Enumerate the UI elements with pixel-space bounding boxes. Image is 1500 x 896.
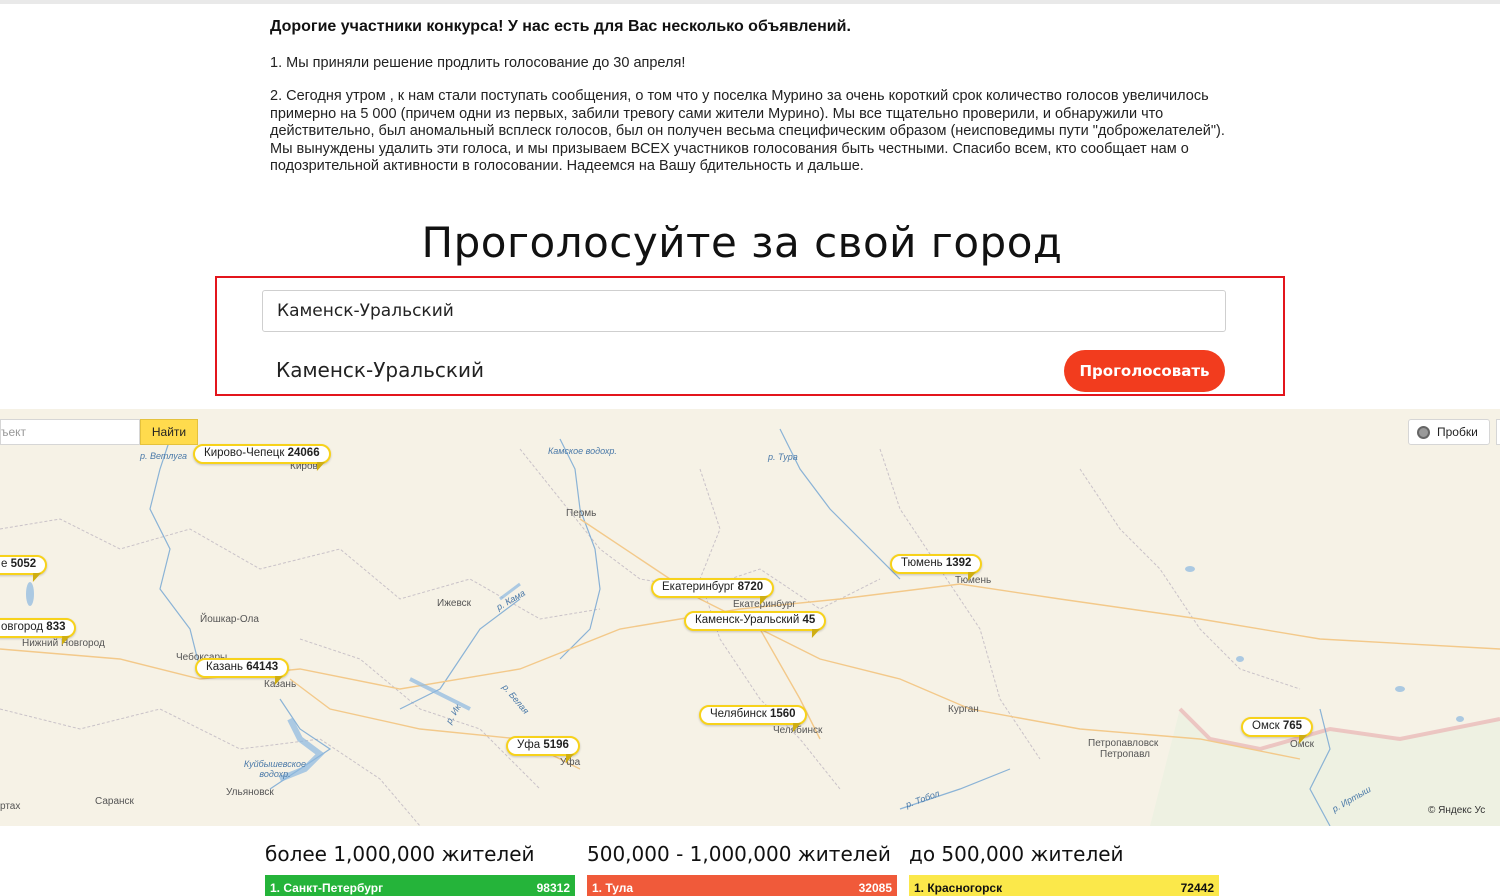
pin-city: Каменск-Уральский <box>695 614 800 626</box>
ranking-large-cities: более 1,000,000 жителей 1. Санкт-Петербу… <box>265 842 575 896</box>
vote-title: Проголосуйте за свой город <box>421 218 1063 267</box>
announcement-heading: Дорогие участники конкурса! У нас есть д… <box>270 18 851 35</box>
pin-city: Кирово-Чепецк <box>204 447 285 459</box>
pin-city: Екатеринбург <box>662 581 735 593</box>
voting-map[interactable]: ъект Найти Пробки Киров Пермь Ижевск Йош… <box>0 409 1500 826</box>
pin-votes: 64143 <box>246 661 279 673</box>
map-label-yoshkar-ola: Йошкар-Ола <box>200 614 259 625</box>
pin-votes: 45 <box>802 614 816 626</box>
ranking-votes: 72442 <box>1180 881 1214 895</box>
traffic-label: Пробки <box>1437 425 1478 439</box>
pin-votes: 765 <box>1282 720 1303 732</box>
map-label-petropavlovsk: Петропавловск <box>1088 738 1159 749</box>
map-label-saransk: Саранск <box>95 796 134 807</box>
pin-city: Челябинск <box>710 708 767 720</box>
river-label-kama-reservoir: Камское водохр. <box>548 446 617 456</box>
map-find-button[interactable]: Найти <box>140 419 198 445</box>
pin-city: Уфа <box>517 739 541 751</box>
ranking-votes: 32085 <box>858 881 892 895</box>
map-pin[interactable]: Уфа 5196 <box>506 736 580 756</box>
ranking-row[interactable]: 1. Красногорск 72442 <box>909 875 1219 896</box>
announcement-item-1: 1. Мы приняли решение продлить голосован… <box>270 54 686 71</box>
pin-votes: 1560 <box>769 708 796 720</box>
map-label-izhevsk: Ижевск <box>437 598 472 609</box>
map-pin[interactable]: е 5052 <box>0 555 48 575</box>
map-pin[interactable]: Кирово-Чепецк 24066 <box>193 444 331 464</box>
city-search-input[interactable] <box>262 290 1226 332</box>
pin-votes: 24066 <box>287 447 320 459</box>
pin-city: овгород <box>1 621 44 633</box>
vote-button[interactable]: Проголосовать <box>1064 350 1225 392</box>
announcement-item-2: 2. Сегодня утром , к нам стали поступать… <box>270 88 1225 174</box>
pin-votes: 1392 <box>945 557 972 569</box>
pin-city: Тюмень <box>901 557 943 569</box>
top-strip <box>0 0 1500 4</box>
ranking-heading: до 500,000 жителей <box>909 842 1124 866</box>
ranking-small-cities: до 500,000 жителей 1. Красногорск 72442 <box>909 842 1219 896</box>
pin-votes: 5052 <box>10 558 37 570</box>
map-pin[interactable]: Казань 64143 <box>195 658 290 678</box>
ranking-medium-cities: 500,000 - 1,000,000 жителей 1. Тула 3208… <box>587 842 897 896</box>
map-search-input[interactable]: ъект <box>0 419 140 445</box>
map-label-kurgan: Курган <box>948 704 979 715</box>
map-label-perm: Пермь <box>566 508 597 519</box>
map-pin[interactable]: овгород 833 <box>0 618 77 638</box>
ranking-heading: более 1,000,000 жителей <box>265 842 535 866</box>
pin-city: е <box>1 558 8 570</box>
river-label-vetluga: р. Ветлуга <box>140 451 188 461</box>
map-label-petropavl: Петропавл <box>1100 749 1151 760</box>
ranking-city: 1. Красногорск <box>914 881 1003 895</box>
map-copyright[interactable]: © Яндекс Ус <box>1428 805 1485 816</box>
map-pin[interactable]: Каменск-Уральский 45 <box>684 611 827 631</box>
map-label-astrakhan: ртах <box>0 801 21 812</box>
pin-votes: 8720 <box>737 581 764 593</box>
ranking-city: 1. Тула <box>592 881 634 895</box>
map-pin[interactable]: Челябинск 1560 <box>699 705 807 725</box>
map-layers-button[interactable] <box>1496 419 1500 445</box>
pin-votes: 833 <box>46 621 66 633</box>
river-label-kuybyshev: Куйбышевское водохр. <box>243 759 307 779</box>
map-pin[interactable]: Омск 765 <box>1241 717 1314 737</box>
map-pin[interactable]: Екатеринбург 8720 <box>651 578 775 598</box>
ranking-votes: 98312 <box>536 881 570 895</box>
ranking-row[interactable]: 1. Тула 32085 <box>587 875 897 896</box>
pin-city: Казань <box>206 661 243 673</box>
pin-city: Омск <box>1252 720 1280 732</box>
ranking-heading: 500,000 - 1,000,000 жителей <box>587 842 891 866</box>
map-label-ulyanovsk: Ульяновск <box>226 787 274 798</box>
ranking-row[interactable]: 1. Санкт-Петербург 98312 <box>265 875 575 896</box>
selected-city: Каменск-Уральский <box>276 358 484 382</box>
traffic-button[interactable]: Пробки <box>1408 419 1490 445</box>
map-pin[interactable]: Тюмень 1392 <box>890 554 983 574</box>
announcement: Дорогие участники конкурса! У нас есть д… <box>270 18 1230 192</box>
pin-votes: 5196 <box>543 739 569 751</box>
vote-form: Каменск-Уральский Проголосовать <box>215 276 1285 396</box>
traffic-icon <box>1417 426 1430 439</box>
ranking-city: 1. Санкт-Петербург <box>270 881 384 895</box>
river-label-tura: р. Тура <box>768 452 798 462</box>
